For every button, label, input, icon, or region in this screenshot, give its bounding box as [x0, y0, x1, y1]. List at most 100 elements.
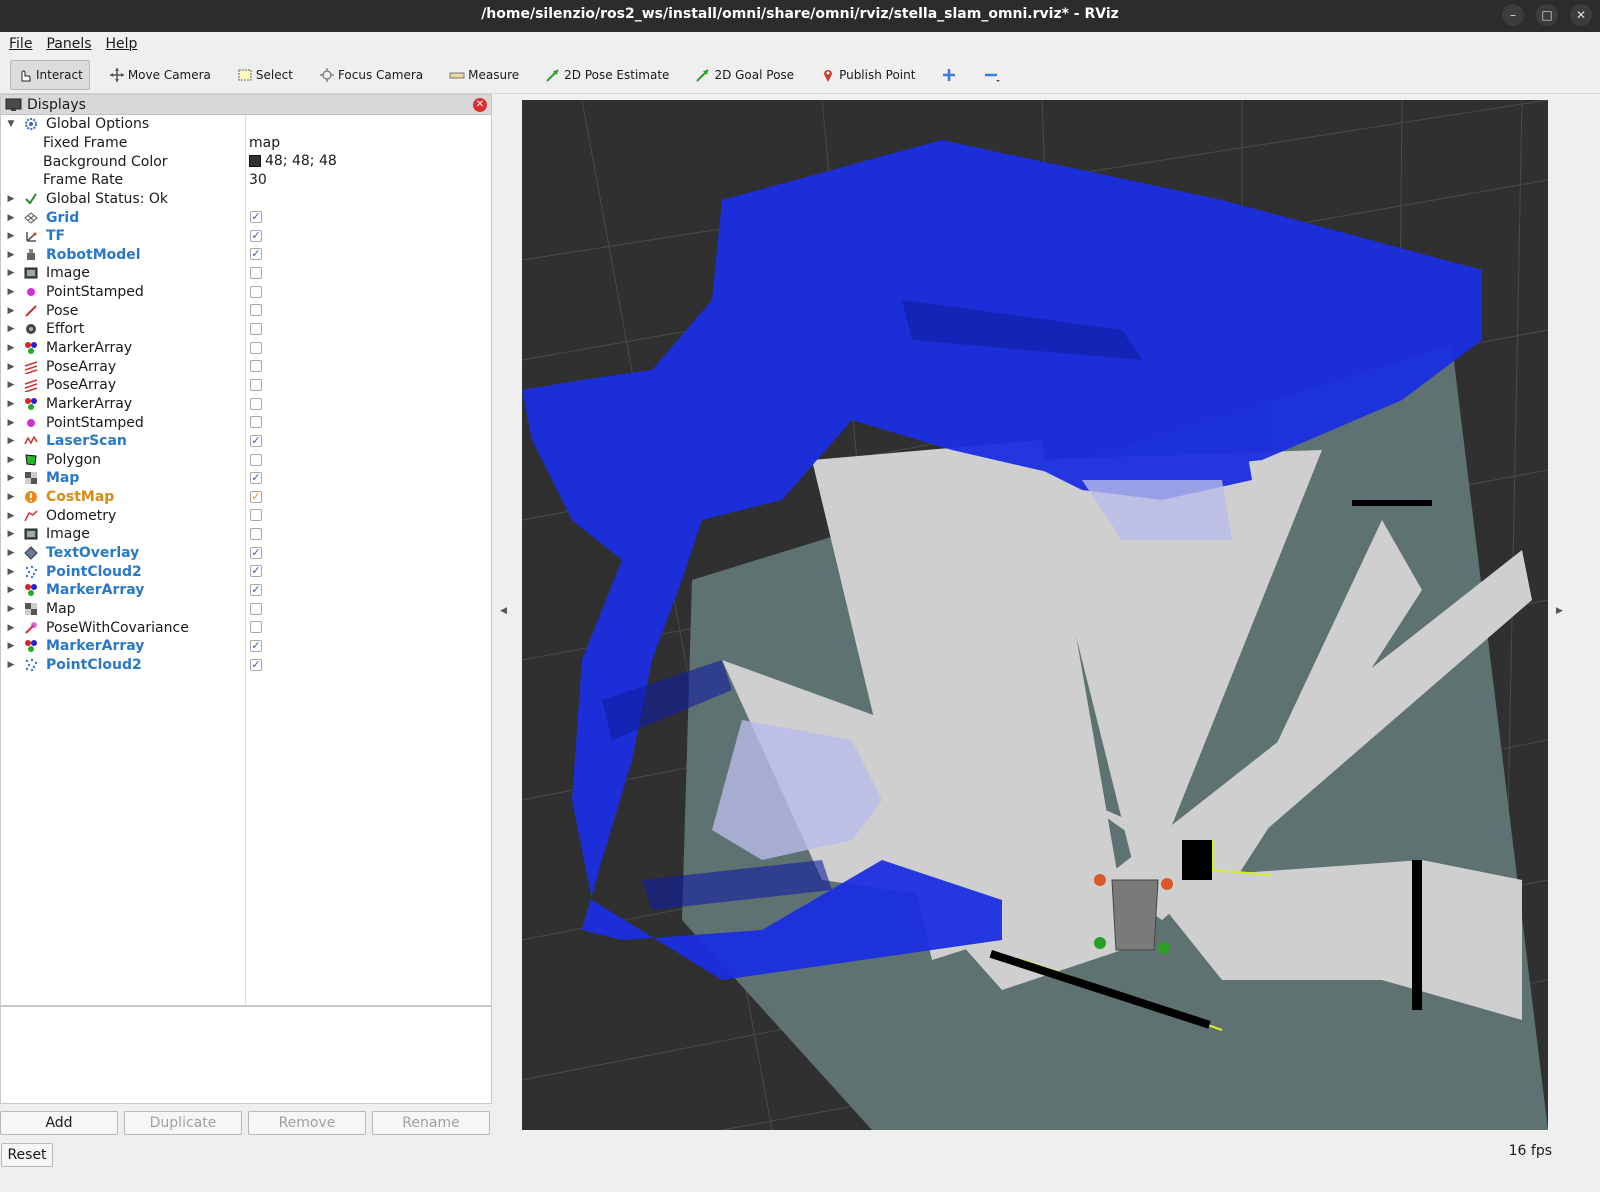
add-button[interactable]: Add [0, 1111, 118, 1135]
enabled-checkbox[interactable]: ✓ [250, 248, 262, 261]
left-collapse-arrow-icon[interactable]: ◀ [500, 606, 510, 626]
duplicate-button[interactable]: Duplicate [124, 1111, 242, 1135]
close-panel-icon[interactable]: ✕ [473, 98, 487, 112]
collapsed-arrow-icon[interactable]: ▶ [4, 362, 18, 372]
display-item-row[interactable]: ▶ MarkerArray ✓ [1, 581, 491, 600]
display-item-row[interactable]: ▶ MarkerArray [1, 339, 491, 358]
display-item-row[interactable]: ▶ RobotModel ✓ [1, 245, 491, 264]
collapsed-arrow-icon[interactable]: ▶ [4, 194, 18, 204]
display-item-row[interactable]: ▶ Pose [1, 301, 491, 320]
display-item-row[interactable]: ▶ LaserScan ✓ [1, 432, 491, 451]
disabled-checkbox[interactable] [250, 267, 262, 280]
collapsed-arrow-icon[interactable]: ▶ [4, 548, 18, 558]
measure-tool-button[interactable]: Measure [442, 60, 526, 90]
collapsed-arrow-icon[interactable]: ▶ [4, 324, 18, 334]
display-item-row[interactable]: ▶ Image [1, 264, 491, 283]
display-item-row[interactable]: ▶ PoseArray [1, 376, 491, 395]
enabled-checkbox[interactable]: ✓ [250, 546, 262, 559]
disabled-checkbox[interactable] [250, 453, 262, 466]
enabled-checkbox[interactable]: ✓ [250, 434, 262, 447]
collapsed-arrow-icon[interactable]: ▶ [4, 641, 18, 651]
global-options-row[interactable]: ▼ Global Options [1, 115, 491, 134]
collapsed-arrow-icon[interactable]: ▶ [4, 660, 18, 670]
display-item-row[interactable]: ▶ TextOverlay ✓ [1, 544, 491, 563]
frame-rate-value[interactable]: 30 [249, 172, 267, 188]
display-item-row[interactable]: ▶ Odometry [1, 506, 491, 525]
collapsed-arrow-icon[interactable]: ▶ [4, 268, 18, 278]
display-item-row[interactable]: ▶ MarkerArray ✓ [1, 637, 491, 656]
global-status-row[interactable]: ▶ Global Status: Ok [1, 190, 491, 209]
display-item-row[interactable]: ▶ Grid ✓ [1, 208, 491, 227]
collapsed-arrow-icon[interactable]: ▶ [4, 492, 18, 502]
pose-estimate-tool-button[interactable]: 2D Pose Estimate [538, 60, 676, 90]
display-item-row[interactable]: ▶ Map ✓ [1, 469, 491, 488]
publish-point-tool-button[interactable]: Publish Point [813, 60, 922, 90]
menu-file[interactable]: File [9, 36, 32, 52]
fixed-frame-row[interactable]: Fixed Frame map [1, 134, 491, 153]
move-camera-tool-button[interactable]: Move Camera [102, 60, 218, 90]
enabled-checkbox[interactable]: ✓ [250, 229, 262, 242]
fixed-frame-value[interactable]: map [249, 135, 280, 151]
disabled-checkbox[interactable] [250, 360, 262, 373]
disabled-checkbox[interactable] [250, 304, 262, 317]
rename-button[interactable]: Rename [372, 1111, 490, 1135]
frame-rate-row[interactable]: Frame Rate 30 [1, 171, 491, 190]
collapsed-arrow-icon[interactable]: ▶ [4, 343, 18, 353]
display-item-row[interactable]: ▶ PointStamped [1, 413, 491, 432]
reset-button[interactable]: Reset [1, 1143, 53, 1167]
minimize-icon[interactable]: – [1502, 4, 1524, 26]
enabled-checkbox[interactable]: ✓ [250, 639, 262, 652]
enabled-checkbox[interactable]: ✓ [250, 584, 262, 597]
enabled-checkbox[interactable]: ✓ [250, 472, 262, 485]
collapsed-arrow-icon[interactable]: ▶ [4, 380, 18, 390]
remove-tool-button[interactable] [976, 60, 1008, 90]
disabled-checkbox[interactable] [250, 416, 262, 429]
display-item-row[interactable]: ▶ Image [1, 525, 491, 544]
close-icon[interactable]: ✕ [1570, 4, 1592, 26]
disabled-checkbox[interactable] [250, 621, 262, 634]
collapsed-arrow-icon[interactable]: ▶ [4, 287, 18, 297]
collapsed-arrow-icon[interactable]: ▶ [4, 306, 18, 316]
display-item-row[interactable]: ▶ PointStamped [1, 283, 491, 302]
select-tool-button[interactable]: Select [230, 60, 300, 90]
menu-help[interactable]: Help [106, 36, 138, 52]
display-item-row[interactable]: ▶ TF ✓ [1, 227, 491, 246]
enabled-checkbox[interactable]: ✓ [250, 490, 262, 503]
enabled-checkbox[interactable]: ✓ [250, 658, 262, 671]
disabled-checkbox[interactable] [250, 602, 262, 615]
right-collapse-arrow-icon[interactable]: ▶ [1556, 606, 1566, 626]
display-item-row[interactable]: ▶ PoseWithCovariance [1, 618, 491, 637]
3d-render-view[interactable] [522, 100, 1548, 1130]
collapsed-arrow-icon[interactable]: ▶ [4, 399, 18, 409]
menu-panels[interactable]: Panels [46, 36, 91, 52]
background-color-value[interactable]: 48; 48; 48 [249, 153, 337, 169]
background-color-row[interactable]: Background Color 48; 48; 48 [1, 152, 491, 171]
collapsed-arrow-icon[interactable]: ▶ [4, 623, 18, 633]
disabled-checkbox[interactable] [250, 528, 262, 541]
interact-tool-button[interactable]: Interact [10, 59, 90, 90]
collapsed-arrow-icon[interactable]: ▶ [4, 455, 18, 465]
collapsed-arrow-icon[interactable]: ▶ [4, 250, 18, 260]
display-item-row[interactable]: ▶ CostMap ✓ [1, 488, 491, 507]
enabled-checkbox[interactable]: ✓ [250, 565, 262, 578]
display-item-row[interactable]: ▶ PointCloud2 ✓ [1, 562, 491, 581]
disabled-checkbox[interactable] [250, 397, 262, 410]
disabled-checkbox[interactable] [250, 341, 262, 354]
display-item-row[interactable]: ▶ PointCloud2 ✓ [1, 656, 491, 675]
disabled-checkbox[interactable] [250, 509, 262, 522]
goal-pose-tool-button[interactable]: 2D Goal Pose [688, 60, 801, 90]
scene-canvas[interactable] [522, 100, 1548, 1130]
enabled-checkbox[interactable]: ✓ [250, 211, 262, 224]
collapsed-arrow-icon[interactable]: ▶ [4, 511, 18, 521]
display-item-row[interactable]: ▶ PoseArray [1, 357, 491, 376]
disabled-checkbox[interactable] [250, 378, 262, 391]
focus-camera-tool-button[interactable]: Focus Camera [312, 60, 430, 90]
collapsed-arrow-icon[interactable]: ▶ [4, 418, 18, 428]
disabled-checkbox[interactable] [250, 285, 262, 298]
collapsed-arrow-icon[interactable]: ▶ [4, 436, 18, 446]
collapsed-arrow-icon[interactable]: ▶ [4, 529, 18, 539]
collapsed-arrow-icon[interactable]: ▶ [4, 585, 18, 595]
collapsed-arrow-icon[interactable]: ▶ [4, 567, 18, 577]
display-item-row[interactable]: ▶ MarkerArray [1, 395, 491, 414]
display-item-row[interactable]: ▶ Effort [1, 320, 491, 339]
